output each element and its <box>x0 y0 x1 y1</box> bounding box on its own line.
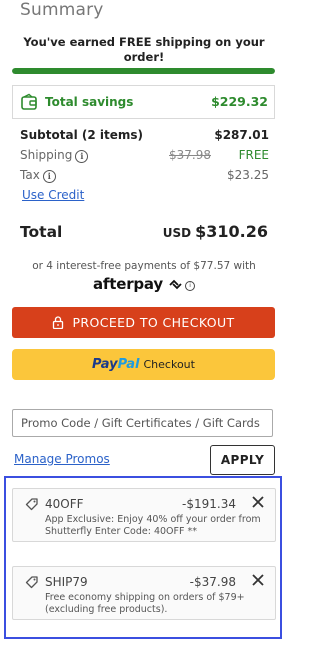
tax-label-wrap: Tax i <box>20 168 56 183</box>
shipping-row: Shipping i $37.98 FREE <box>20 148 269 164</box>
paypal-checkout-button[interactable]: Pay Pal Checkout <box>12 349 275 380</box>
subtotal-row: Subtotal (2 items) $287.01 <box>20 128 269 144</box>
total-value-wrap: USD $310.26 <box>163 222 268 241</box>
afterpay-logo: afterpay i <box>0 275 288 293</box>
tax-info-icon[interactable]: i <box>42 170 56 183</box>
total-savings-label: Total savings <box>45 95 134 109</box>
free-shipping-progress-fill <box>12 68 275 74</box>
paypal-logo-pal: Pal <box>117 357 140 372</box>
tax-label: Tax <box>20 168 40 182</box>
total-label: Total <box>20 223 63 241</box>
remove-promo-close-icon[interactable] <box>251 495 265 509</box>
savings-wallet-icon <box>21 93 37 110</box>
shipping-original-price: $37.98 <box>169 148 211 162</box>
paypal-checkout-label: Checkout <box>143 358 195 371</box>
tag-icon <box>25 498 38 511</box>
subtotal-label: Subtotal (2 items) <box>20 128 144 142</box>
free-shipping-message: You've earned FREE shipping on your orde… <box>23 35 265 64</box>
afterpay-label: afterpay <box>93 275 163 293</box>
afterpay-arrows-icon <box>169 279 182 290</box>
promo-amount: -$37.98 <box>189 575 236 589</box>
apply-button[interactable]: APPLY <box>210 445 275 475</box>
shipping-value: FREE <box>238 148 269 162</box>
total-savings-value: $229.32 <box>211 94 268 109</box>
tax-value: $23.25 <box>227 168 269 182</box>
manage-promos-link[interactable]: Manage Promos <box>14 452 110 466</box>
use-credit-link[interactable]: Use Credit <box>22 188 84 202</box>
total-value: $310.26 <box>195 222 268 241</box>
promo-description: App Exclusive: Enjoy 40% off your order … <box>45 514 261 537</box>
applied-promo-card: 40OFF -$191.34 App Exclusive: Enjoy 40% … <box>12 488 276 542</box>
applied-promo-card: SHIP79 -$37.98 Free economy shipping on … <box>12 566 276 620</box>
subtotal-value: $287.01 <box>214 128 269 142</box>
remove-promo-close-icon[interactable] <box>251 573 265 587</box>
tag-icon <box>25 576 38 589</box>
installments-text: or 4 interest-free payments of $77.57 wi… <box>32 260 256 272</box>
afterpay-info-icon[interactable]: i <box>185 281 195 291</box>
checkout-button-label: PROCEED TO CHECKOUT <box>72 315 235 330</box>
total-savings-box: Total savings $229.32 <box>12 85 275 119</box>
promo-code-input[interactable] <box>12 409 273 437</box>
shipping-label-wrap: Shipping i <box>20 148 89 163</box>
promo-code: 40OFF <box>45 497 84 511</box>
shipping-label: Shipping <box>20 148 73 162</box>
proceed-to-checkout-button[interactable]: PROCEED TO CHECKOUT <box>12 307 275 338</box>
summary-title: Summary <box>20 0 104 20</box>
promo-amount: -$191.34 <box>182 497 236 511</box>
promo-code: SHIP79 <box>45 575 88 589</box>
promo-description: Free economy shipping on orders of $79+ … <box>45 592 245 615</box>
free-shipping-progress-bar <box>12 68 275 74</box>
total-currency: USD <box>162 226 192 240</box>
tax-row: Tax i $23.25 <box>20 168 269 184</box>
paypal-logo-pay: Pay <box>92 357 118 372</box>
shipping-info-icon[interactable]: i <box>75 150 89 163</box>
lock-icon <box>53 316 64 329</box>
